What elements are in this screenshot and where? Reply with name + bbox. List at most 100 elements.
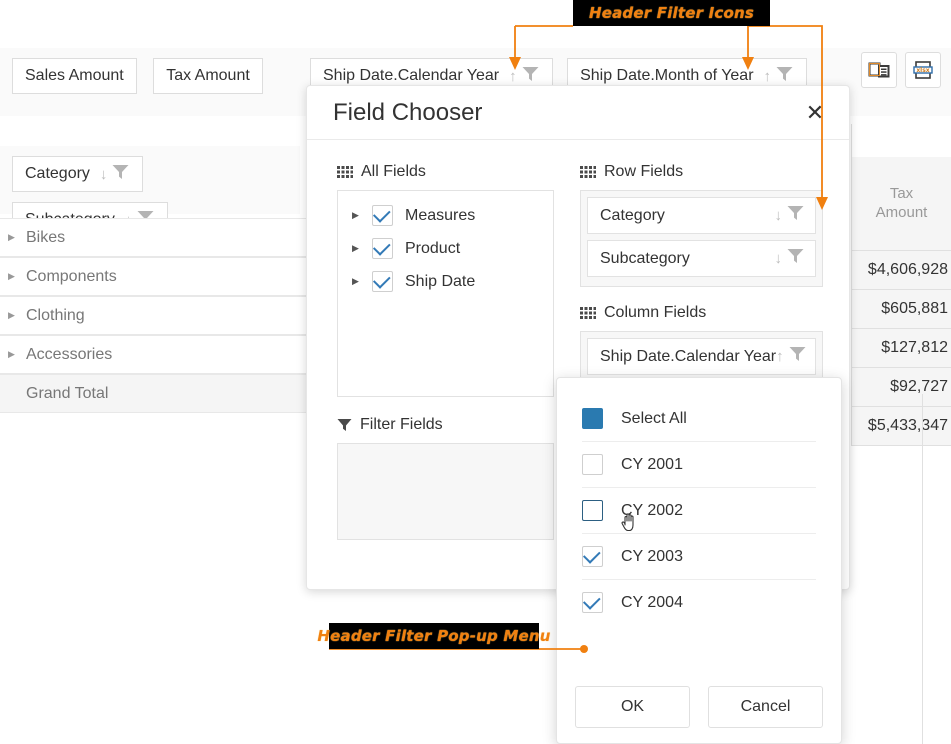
expand-arrow-icon[interactable]: ▶ [8, 272, 22, 281]
field-chooser-titlebar: Field Chooser ✕ [307, 86, 849, 140]
data-field-chip-sales-amount[interactable]: Sales Amount [12, 58, 137, 94]
filter-item-label: CY 2004 [621, 594, 683, 612]
cancel-button[interactable]: Cancel [708, 686, 823, 728]
checkbox-checked[interactable] [372, 238, 393, 259]
field-chooser-left-column: All Fields ▶ Measures ▶ Product ▶ Ship D… [337, 162, 554, 540]
column-field-label: Ship Date.Calendar Year [323, 67, 499, 85]
tree-item-product[interactable]: ▶ Product [338, 232, 553, 265]
grid-icon [580, 165, 596, 179]
column-field-label: Ship Date.Month of Year [580, 67, 753, 85]
pivot-value-column: Tax Amount $4,606,928 $605,881 $127,812 … [851, 124, 951, 446]
close-icon[interactable]: ✕ [801, 99, 829, 127]
grid-icon [337, 165, 353, 179]
tree-item-ship-date[interactable]: ▶ Ship Date [338, 265, 553, 298]
table-row-grand-total[interactable]: Grand Total [0, 374, 310, 413]
checkbox-checked[interactable] [582, 592, 603, 613]
pivot-toolbar: xlsx [861, 52, 941, 88]
filter-fields-dropzone[interactable] [337, 443, 554, 540]
sort-ascending-icon[interactable]: ↑ [509, 69, 517, 84]
expand-arrow-icon[interactable]: ▶ [8, 311, 22, 320]
table-cell[interactable]: $4,606,928 [851, 251, 951, 290]
filter-item-cy-2002[interactable]: CY 2002 [582, 488, 816, 534]
filter-item-label: CY 2002 [621, 502, 683, 520]
sort-ascending-icon[interactable]: ↑ [776, 349, 784, 364]
table-row[interactable]: ▶ Accessories [0, 335, 310, 374]
tree-item-label: Ship Date [405, 273, 475, 291]
expand-arrow-icon[interactable]: ▶ [8, 350, 22, 359]
table-cell-grand-total[interactable]: $5,433,347 [851, 407, 951, 446]
field-label: Subcategory [600, 250, 690, 268]
section-title: All Fields [361, 163, 426, 181]
filter-item-label: CY 2001 [621, 456, 683, 474]
svg-text:xlsx: xlsx [916, 67, 929, 74]
cell-value: $127,812 [881, 339, 948, 357]
sort-descending-icon[interactable]: ↓ [100, 167, 108, 182]
cell-value: $5,433,347 [868, 417, 948, 435]
column-header-line2: Amount [876, 204, 928, 223]
header-filter-popup: Select All CY 2001 CY 2002 CY 2003 CY 20… [556, 377, 842, 744]
table-cell[interactable]: $127,812 [851, 329, 951, 368]
checkbox-unchecked[interactable] [582, 454, 603, 475]
table-row[interactable]: ▶ Components [0, 257, 310, 296]
data-fields-area: Sales Amount Tax Amount [0, 48, 300, 116]
table-row[interactable]: ▶ Bikes [0, 218, 310, 257]
column-header-line1: Tax [876, 185, 928, 204]
filter-icon[interactable] [786, 247, 805, 270]
row-field-chip-subcategory[interactable]: Subcategory ↓ [587, 240, 816, 277]
row-fields-area: Category ↓ Subcategory ↓ [0, 146, 300, 214]
pivot-row-headers: ▶ Bikes ▶ Components ▶ Clothing ▶ Access… [0, 218, 310, 413]
filter-item-cy-2004[interactable]: CY 2004 [582, 580, 816, 625]
table-cell[interactable]: $92,727 [851, 368, 951, 407]
expand-arrow-icon[interactable]: ▶ [8, 233, 22, 242]
field-label: Ship Date.Calendar Year [600, 348, 776, 366]
filter-fields-heading: Filter Fields [337, 415, 554, 435]
sort-descending-icon[interactable]: ↓ [775, 251, 783, 266]
checkbox-indeterminate[interactable] [582, 408, 603, 429]
cell-value: $605,881 [881, 300, 948, 318]
checkbox-checked[interactable] [372, 271, 393, 292]
row-field-chip-category[interactable]: Category ↓ [587, 197, 816, 234]
all-fields-heading: All Fields [337, 162, 554, 182]
filter-item-select-all[interactable]: Select All [582, 396, 816, 442]
expand-arrow-icon[interactable]: ▶ [352, 277, 366, 286]
field-label: Category [600, 207, 665, 225]
sort-descending-icon[interactable]: ↓ [775, 208, 783, 223]
row-field-chip-category[interactable]: Category ↓ [12, 156, 143, 192]
filter-icon [337, 418, 352, 432]
dialog-title: Field Chooser [333, 99, 801, 127]
filter-item-label: Select All [621, 410, 687, 428]
export-xlsx-button[interactable]: xlsx [905, 52, 941, 88]
filter-item-cy-2001[interactable]: CY 2001 [582, 442, 816, 488]
filter-item-label: CY 2003 [621, 548, 683, 566]
table-row[interactable]: ▶ Clothing [0, 296, 310, 335]
field-chooser-button[interactable] [861, 52, 897, 88]
tree-item-measures[interactable]: ▶ Measures [338, 199, 553, 232]
section-title: Column Fields [604, 304, 706, 322]
row-label: Bikes [26, 229, 65, 247]
expand-arrow-icon[interactable]: ▶ [352, 211, 366, 220]
data-field-chip-tax-amount[interactable]: Tax Amount [153, 58, 263, 94]
annotation-header-filter-popup: Header Filter Pop-up Menu [329, 623, 539, 649]
filter-icon[interactable] [788, 345, 807, 368]
all-fields-list: ▶ Measures ▶ Product ▶ Ship Date [337, 190, 554, 397]
sort-ascending-icon[interactable]: ↑ [764, 69, 772, 84]
row-fields-dropzone[interactable]: Category ↓ Subcategory ↓ [580, 190, 823, 287]
checkbox-checked[interactable] [372, 205, 393, 226]
filter-icon[interactable] [111, 163, 130, 186]
section-title: Filter Fields [360, 416, 443, 434]
table-cell[interactable]: $605,881 [851, 290, 951, 329]
cell-value: $4,606,928 [868, 261, 948, 279]
checkbox-checked[interactable] [582, 546, 603, 567]
cell-value: $92,727 [890, 378, 948, 396]
row-field-label: Category [25, 165, 90, 183]
row-label: Grand Total [26, 385, 108, 403]
filter-icon[interactable] [786, 204, 805, 227]
filter-item-cy-2003[interactable]: CY 2003 [582, 534, 816, 580]
ok-button[interactable]: OK [575, 686, 690, 728]
grid-divider [922, 394, 923, 744]
grid-icon [580, 306, 596, 320]
checkbox-unchecked[interactable] [582, 500, 603, 521]
expand-arrow-icon[interactable]: ▶ [352, 244, 366, 253]
column-field-chip-ship-date-calendar-year[interactable]: Ship Date.Calendar Year ↑ [587, 338, 816, 375]
column-header-spacer [851, 124, 951, 157]
